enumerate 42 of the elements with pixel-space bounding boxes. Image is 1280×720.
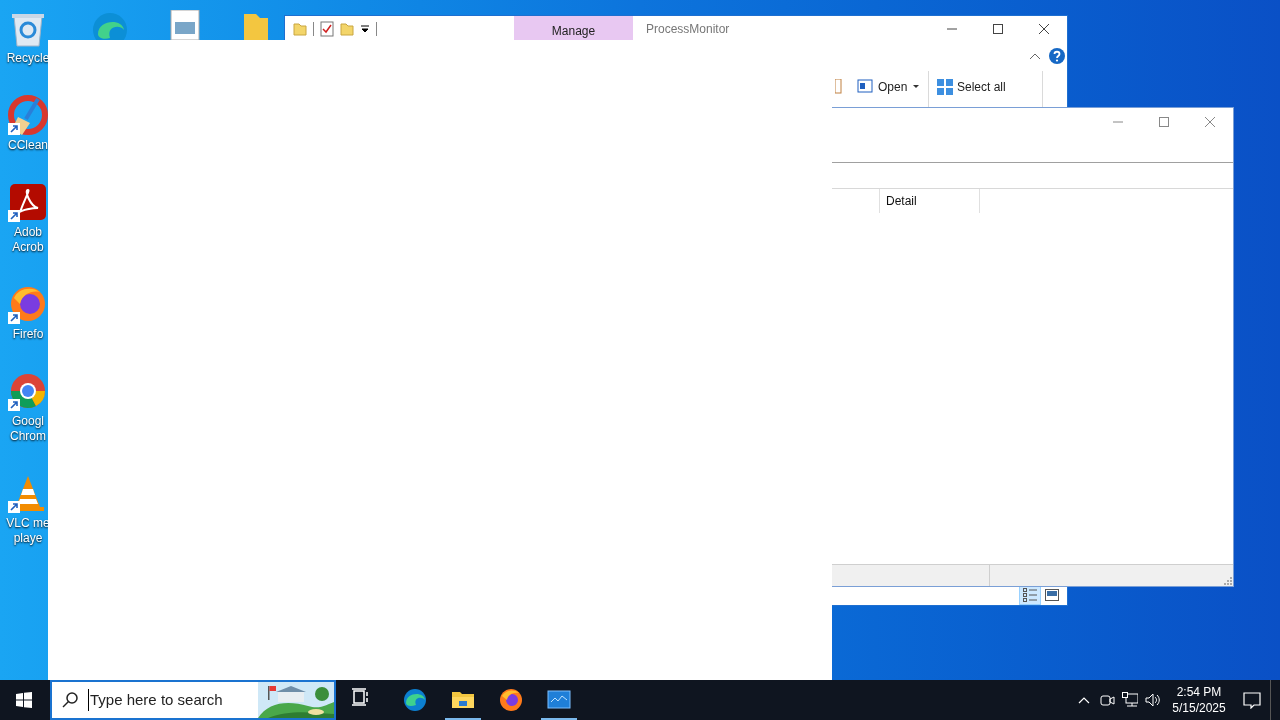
broom-icon[interactable]: [8, 95, 48, 135]
search-box[interactable]: Type here to search: [50, 680, 336, 720]
shortcut-arrow-icon: [8, 399, 20, 411]
document-icon[interactable]: [8, 182, 48, 222]
speaker-icon: [1144, 692, 1161, 708]
details-view-button[interactable]: [1019, 585, 1041, 605]
shortcut-arrow-icon: [8, 210, 20, 222]
caret-icon: [1077, 695, 1090, 705]
open-button[interactable]: Open: [857, 77, 928, 97]
browser-icon: [403, 688, 427, 712]
column-header[interactable]: Detail: [880, 189, 980, 213]
camera-icon: [1098, 692, 1115, 708]
close-icon: [1039, 23, 1049, 34]
grid-icon: [936, 78, 954, 96]
select-all-button[interactable]: Select all: [936, 77, 1042, 97]
help-icon[interactable]: [1049, 48, 1065, 64]
search-field[interactable]: Type here to search: [88, 688, 258, 712]
chart-window-icon: [547, 688, 571, 712]
network-icon: [1121, 692, 1138, 708]
image-icon: [1045, 589, 1059, 601]
search-icon: [62, 692, 78, 708]
maximize-icon: [1159, 117, 1169, 127]
manage-tab[interactable]: Manage: [514, 16, 633, 41]
shortcut-arrow-icon: [8, 312, 20, 324]
collapse-ribbon-icon[interactable]: [1029, 51, 1041, 61]
list-icon: [1023, 588, 1037, 602]
close-icon: [1205, 117, 1215, 127]
dropdown-icon: [913, 85, 920, 89]
speech-bubble-icon: [1243, 691, 1261, 709]
windows-logo-icon: [16, 692, 32, 708]
maximize-icon: [993, 23, 1003, 34]
properties-icon[interactable]: [320, 20, 334, 37]
shortcut-arrow-icon: [8, 123, 20, 135]
window-icon: [857, 78, 875, 96]
browser-icon: [499, 688, 523, 712]
clock[interactable]: 2:54 PM 5/15/2025: [1164, 680, 1234, 720]
dropdown-icon[interactable]: [360, 22, 370, 35]
browser-icon[interactable]: [8, 284, 48, 324]
resize-grip-icon[interactable]: [1224, 577, 1232, 585]
browser-icon[interactable]: [8, 371, 48, 411]
shortcut-arrow-icon: [8, 501, 20, 513]
window-title: ProcessMonitor: [646, 20, 730, 38]
